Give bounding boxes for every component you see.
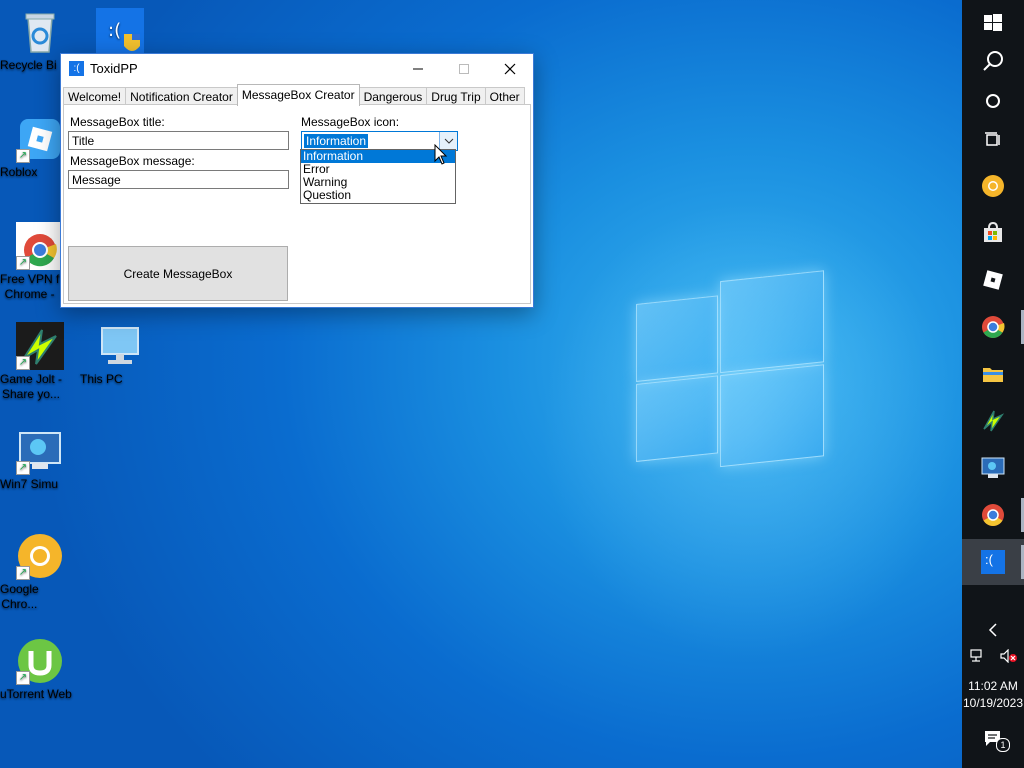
- task-view-icon: [985, 132, 1000, 146]
- message-input[interactable]: Message: [68, 170, 289, 189]
- dropdown-option-question[interactable]: Question: [301, 189, 455, 202]
- volume-muted-icon: [999, 649, 1017, 663]
- roblox-icon: [983, 270, 1003, 290]
- computer-icon: [96, 322, 144, 370]
- chrome-canary-icon: ↗: [16, 532, 64, 580]
- sad-face-shield-icon: :(: [96, 8, 144, 56]
- tab-strip: Welcome! Notification Creator MessageBox…: [63, 84, 525, 106]
- taskbar-chrome[interactable]: [962, 304, 1024, 350]
- taskbar-store[interactable]: [962, 210, 1024, 256]
- title-label: MessageBox title:: [70, 115, 165, 129]
- window-title: ToxidPP: [90, 61, 138, 76]
- win7-simulator-icon: ↗: [16, 427, 64, 475]
- icon-combobox-value: Information: [304, 134, 369, 148]
- icon-dropdown-list: Information Error Warning Question: [300, 149, 456, 204]
- desktop-icon-this-pc[interactable]: This PC: [80, 322, 160, 386]
- notification-count-badge: 1: [996, 738, 1010, 752]
- message-label: MessageBox message:: [70, 154, 195, 168]
- cortana-circle-icon: [986, 94, 1000, 108]
- taskbar-file-explorer[interactable]: [962, 351, 1024, 397]
- game-jolt-icon: ↗: [16, 322, 64, 370]
- app-icon: :(: [69, 61, 84, 76]
- windows-logo-wallpaper: [636, 270, 824, 480]
- desktop-icon-google-chrome[interactable]: ↗ Google Chro...: [0, 532, 80, 611]
- taskbar: :( 11:02 AM 10/19/2023 1: [962, 0, 1024, 768]
- recycle-bin-icon: [16, 8, 64, 56]
- maximize-button[interactable]: [441, 54, 487, 83]
- network-icon: [969, 649, 982, 662]
- clock-time[interactable]: 11:02 AM: [962, 678, 1024, 695]
- maximize-icon: [459, 63, 469, 74]
- chrome-canary-icon: [982, 175, 1004, 197]
- minimize-button[interactable]: [395, 54, 441, 83]
- utorrent-icon: ↗: [16, 637, 64, 685]
- close-icon: [504, 63, 516, 74]
- folder-icon: [983, 368, 1003, 382]
- desktop-icon-toxidpp[interactable]: :(: [80, 8, 160, 58]
- chrome-icon: [982, 316, 1005, 338]
- volume-button[interactable]: [993, 633, 1024, 679]
- taskbar-win7-simu[interactable]: [962, 445, 1024, 491]
- taskbar-roblox[interactable]: [962, 257, 1024, 303]
- store-bag-icon: [984, 222, 1002, 242]
- task-view-button[interactable]: [962, 117, 1024, 163]
- clock-date[interactable]: 10/19/2023: [962, 695, 1024, 712]
- taskbar-game-jolt[interactable]: [962, 398, 1024, 444]
- minimize-icon: [413, 68, 423, 69]
- network-button[interactable]: [962, 633, 993, 679]
- desktop-icon-win7-simu[interactable]: ↗ Win7 Simu: [0, 427, 80, 491]
- taskbar-chrome-canary[interactable]: [962, 163, 1024, 209]
- taskbar-toxidpp[interactable]: :(: [962, 539, 1024, 585]
- desktop-icon-recycle-bin[interactable]: Recycle Bi: [0, 8, 80, 72]
- action-center-button[interactable]: 1: [962, 716, 1024, 762]
- mouse-cursor-icon: [434, 144, 448, 165]
- chrome-icon: [982, 504, 1004, 526]
- title-input[interactable]: Title: [68, 131, 289, 150]
- create-messagebox-button[interactable]: Create MessageBox: [68, 246, 288, 301]
- desktop-icon-game-jolt[interactable]: ↗ Game Jolt - Share yo...: [0, 322, 80, 401]
- game-jolt-icon: [983, 410, 1005, 432]
- taskbar-chrome-vpn[interactable]: [962, 492, 1024, 538]
- win7-simulator-icon: [981, 457, 1005, 478]
- tab-messagebox-creator[interactable]: MessageBox Creator: [236, 84, 360, 106]
- chrome-icon: ↗: [16, 222, 64, 270]
- toxidpp-window: :( ToxidPP Welcome! Notification Creator…: [60, 53, 534, 308]
- svg-text::(: :(: [108, 20, 121, 41]
- desktop-icon-utorrent-web[interactable]: ↗ uTorrent Web: [0, 637, 80, 701]
- windows-start-icon: [984, 14, 1002, 31]
- icon-label: MessageBox icon:: [301, 115, 400, 129]
- search-icon: [983, 51, 1003, 71]
- close-button[interactable]: [487, 54, 533, 83]
- roblox-icon: ↗: [16, 115, 64, 163]
